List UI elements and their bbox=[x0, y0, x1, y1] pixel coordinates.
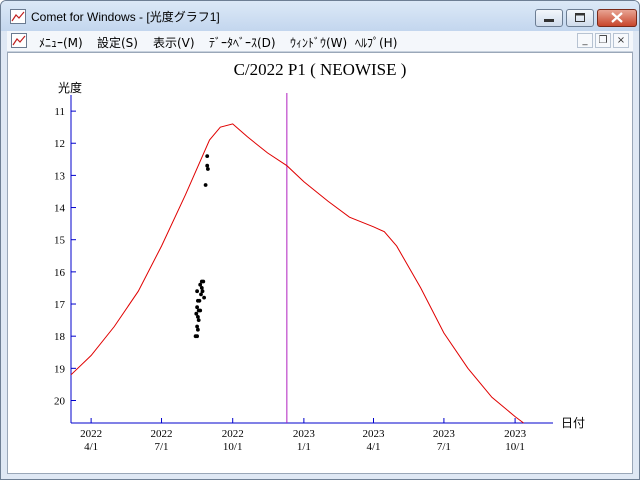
menu-item-window[interactable]: ｳｨﾝﾄﾞｳ(W) bbox=[290, 34, 347, 51]
y-tick-label: 14 bbox=[54, 203, 66, 215]
y-tick-label: 16 bbox=[54, 267, 66, 279]
mdi-minimize-button[interactable]: _ bbox=[577, 33, 593, 48]
observation-point bbox=[205, 163, 210, 168]
maximize-icon bbox=[575, 13, 585, 22]
x-tick-year-label: 2023 bbox=[293, 428, 316, 440]
x-tick-year-label: 2022 bbox=[151, 428, 173, 440]
observation-point bbox=[205, 154, 210, 158]
observation-point bbox=[195, 289, 200, 294]
menu-bar: ﾒﾆｭｰ(M) 設定(S) 表示(V) ﾃﾞｰﾀﾍﾞｰｽ(D) ｳｨﾝﾄﾞｳ(W… bbox=[7, 31, 633, 52]
x-tick-date-label: 4/1 bbox=[366, 441, 380, 453]
menu-item-database[interactable]: ﾃﾞｰﾀﾍﾞｰｽ(D) bbox=[209, 34, 276, 51]
y-tick-label: 18 bbox=[54, 331, 66, 343]
close-icon bbox=[611, 12, 623, 23]
y-axis-label: 光度 bbox=[58, 80, 82, 95]
window-close-button[interactable] bbox=[597, 9, 637, 27]
y-tick-label: 19 bbox=[54, 363, 66, 375]
observation-point bbox=[206, 167, 210, 171]
x-tick-date-label: 4/1 bbox=[84, 441, 98, 453]
menu-item-settings[interactable]: 設定(S) bbox=[97, 34, 138, 51]
app-window: Comet for Windows - [光度グラフ1] ﾒﾆｭｰ(M) 設定(… bbox=[0, 0, 640, 480]
light-curve-chart[interactable]: 1112131415161718192020224/120227/1202210… bbox=[8, 53, 632, 473]
chart-axes bbox=[70, 95, 553, 424]
observation-point bbox=[201, 279, 206, 284]
menu-item-view[interactable]: 表示(V) bbox=[153, 34, 195, 51]
menu-item-help[interactable]: ﾍﾙﾌﾟ(H) bbox=[355, 34, 397, 51]
x-tick-year-label: 2023 bbox=[433, 428, 456, 440]
y-tick-label: 17 bbox=[54, 299, 66, 311]
window-maximize-button[interactable] bbox=[566, 9, 594, 27]
x-tick-date-label: 10/1 bbox=[505, 441, 525, 453]
window-minimize-button[interactable] bbox=[535, 9, 563, 27]
menu-item-menu[interactable]: ﾒﾆｭｰ(M) bbox=[39, 34, 83, 51]
observation-point bbox=[196, 318, 201, 322]
title-bar[interactable]: Comet for Windows - [光度グラフ1] bbox=[1, 1, 639, 31]
x-tick-date-label: 7/1 bbox=[437, 441, 451, 453]
restore-icon: ❐ bbox=[598, 35, 608, 46]
observations-layer bbox=[193, 154, 210, 339]
observation-point bbox=[199, 286, 204, 290]
x-tick-date-label: 1/1 bbox=[297, 441, 311, 453]
minimize-icon bbox=[544, 19, 554, 22]
x-axis-label: 日付 bbox=[561, 416, 585, 430]
x-tick-year-label: 2022 bbox=[80, 428, 102, 440]
chart-title: C/2022 P1 ( NEOWISE ) bbox=[234, 60, 407, 79]
window-title: Comet for Windows - [光度グラフ1] bbox=[31, 10, 220, 24]
graph-app-icon bbox=[10, 9, 26, 24]
observation-point bbox=[199, 292, 203, 297]
y-tick-label: 11 bbox=[54, 106, 65, 118]
observation-point bbox=[196, 315, 200, 319]
mdi-restore-button[interactable]: ❐ bbox=[595, 33, 611, 48]
y-tick-label: 20 bbox=[54, 395, 66, 407]
predicted-curve-layer bbox=[70, 93, 524, 424]
mdi-close-button[interactable]: × bbox=[613, 33, 629, 48]
observation-point bbox=[195, 334, 200, 339]
x-tick-date-label: 7/1 bbox=[154, 441, 168, 453]
x-tick-year-label: 2023 bbox=[504, 428, 527, 440]
observation-point bbox=[202, 295, 207, 300]
y-tick-label: 15 bbox=[54, 235, 66, 247]
observation-point bbox=[196, 327, 200, 332]
minimize-icon: _ bbox=[582, 35, 588, 46]
graph-client-area[interactable]: 11 12 13 14 15 16 17 18 19 20 2022 4/1 2022 7/1 2022 10… bbox=[7, 52, 633, 474]
observation-point bbox=[197, 298, 202, 303]
x-tick-date-label: 10/1 bbox=[223, 441, 243, 453]
x-tick-year-label: 2023 bbox=[363, 428, 386, 440]
y-tick-label: 12 bbox=[54, 138, 65, 150]
predicted-magnitude-curve bbox=[70, 123, 524, 424]
y-tick-label: 13 bbox=[54, 170, 66, 182]
observation-point bbox=[198, 308, 203, 313]
observation-point bbox=[195, 324, 200, 329]
close-icon: × bbox=[616, 35, 626, 46]
observation-point bbox=[195, 305, 200, 310]
document-icon[interactable] bbox=[11, 33, 27, 48]
observation-point bbox=[203, 183, 208, 187]
x-tick-year-label: 2022 bbox=[222, 428, 244, 440]
chart-text-layer: 1112131415161718192020224/120227/1202210… bbox=[54, 60, 585, 453]
